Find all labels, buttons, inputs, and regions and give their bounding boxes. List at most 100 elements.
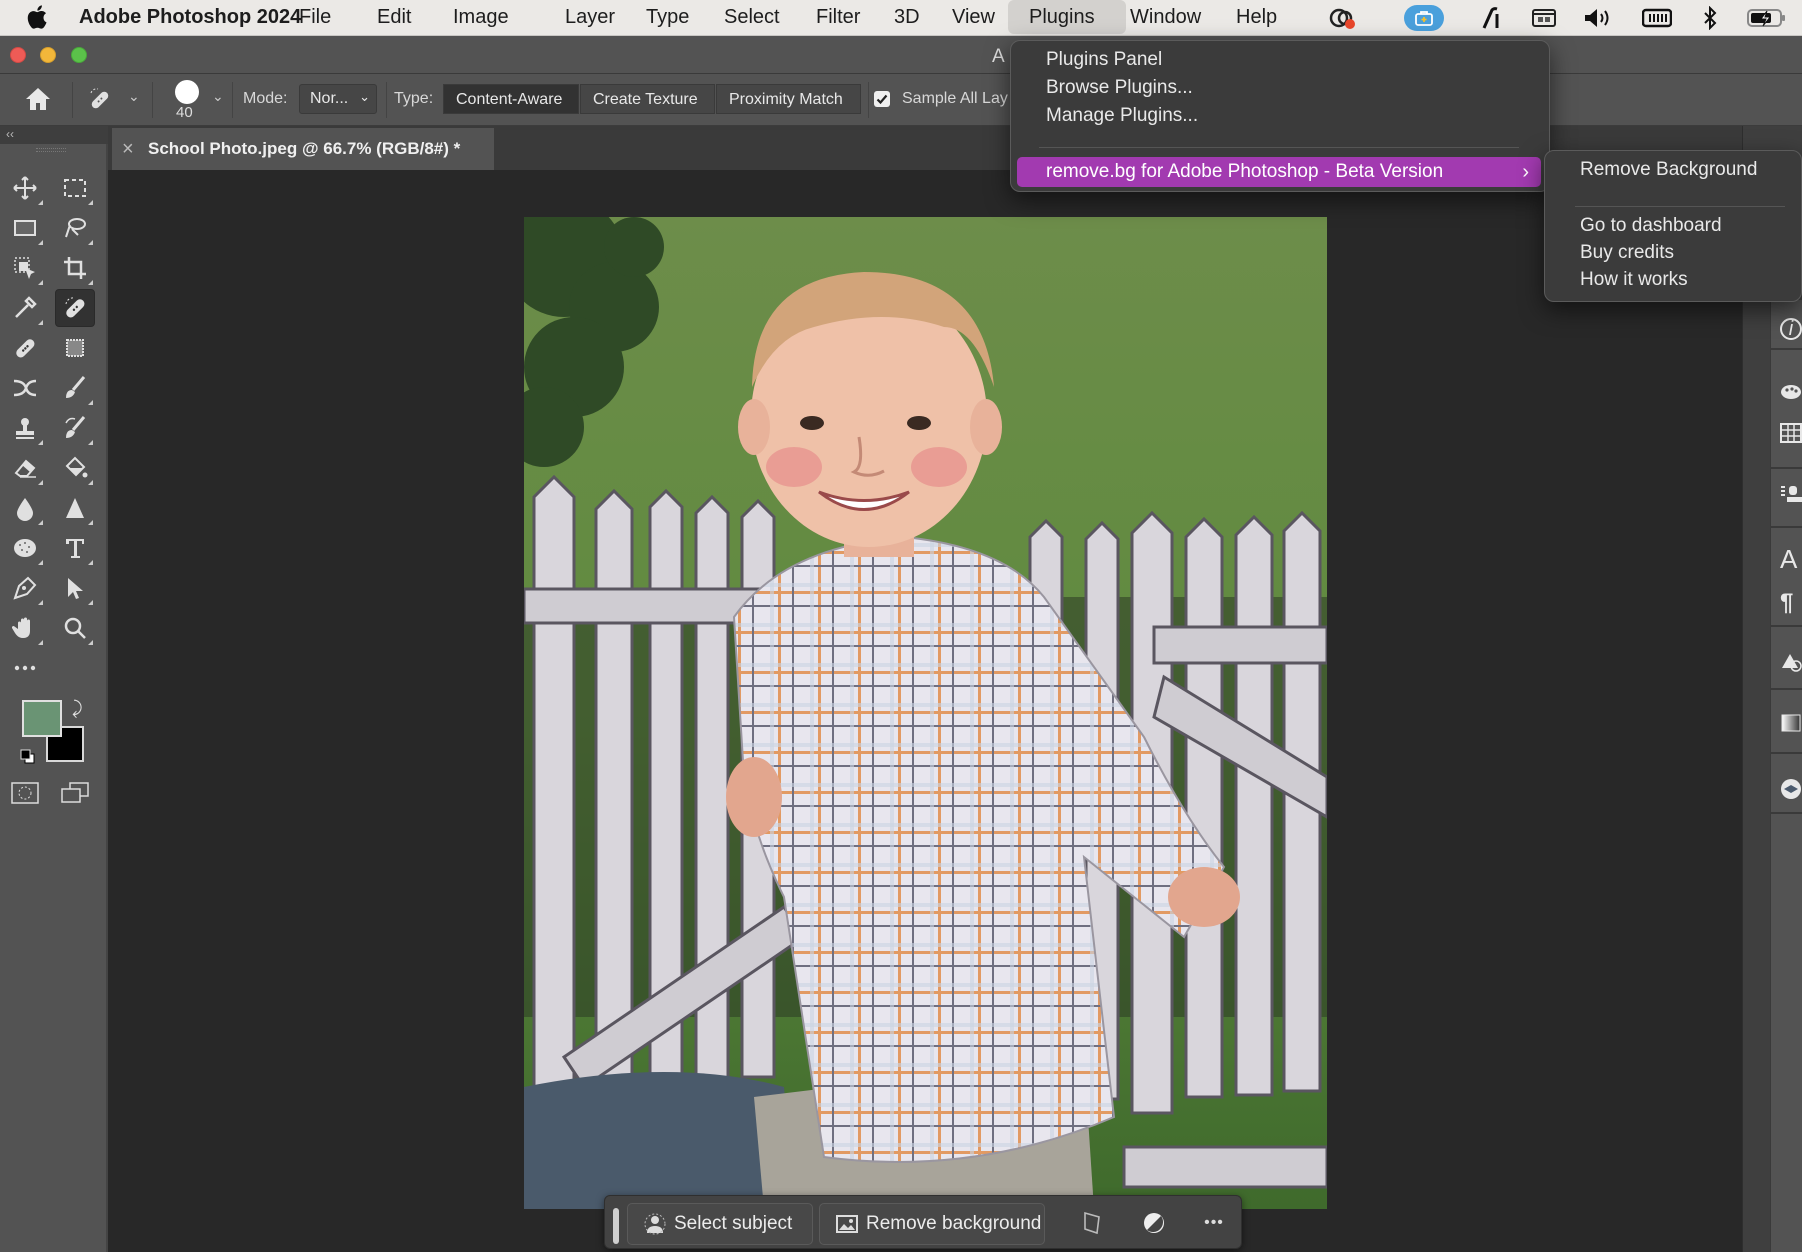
zoom-tool[interactable] [55, 609, 95, 647]
foreground-color-swatch-front[interactable] [22, 700, 62, 737]
menu-filter[interactable]: Filter [804, 0, 872, 34]
close-window-button[interactable] [10, 47, 26, 63]
menu-item-buy-credits[interactable]: Buy credits [1580, 240, 1674, 266]
menu-app-name[interactable]: Adobe Photoshop 2024 [67, 0, 313, 34]
volume-icon[interactable] [1582, 5, 1614, 31]
menu-layer[interactable]: Layer [553, 0, 627, 34]
menu-file[interactable]: File [287, 0, 343, 34]
creative-cloud-icon[interactable] [1326, 5, 1360, 31]
transform-selection-icon[interactable] [1079, 1210, 1105, 1236]
healing-brush-tool[interactable] [5, 329, 45, 367]
type-content-aware-button[interactable]: Content-Aware [443, 84, 579, 114]
menu-select[interactable]: Select [712, 0, 792, 34]
screen-capture-icon[interactable] [1530, 5, 1558, 31]
sample-all-layers-checkbox[interactable] [874, 91, 890, 107]
content-aware-move-icon [13, 379, 37, 397]
menu-edit[interactable]: Edit [365, 0, 423, 34]
toolbox-app-icon[interactable] [1404, 5, 1444, 31]
menu-image[interactable]: Image [441, 0, 521, 34]
layers-icon[interactable] [1780, 778, 1802, 800]
object-frame-tool[interactable] [5, 209, 45, 247]
menu-item-go-to-dashboard[interactable]: Go to dashboard [1580, 213, 1722, 239]
more-tools-tool[interactable] [5, 649, 45, 687]
menu-type[interactable]: Type [634, 0, 701, 34]
pen-app-icon[interactable] [1478, 5, 1506, 31]
sponge-tool[interactable] [5, 529, 45, 567]
menu-item-remove-background[interactable]: Remove Background [1580, 157, 1757, 183]
battery-charging-icon[interactable] [1746, 5, 1788, 31]
menu-item-plugins-panel[interactable]: Plugins Panel [1046, 47, 1162, 73]
apple-logo-icon[interactable] [26, 4, 48, 30]
menu-item-browse-plugins[interactable]: Browse Plugins... [1046, 75, 1193, 101]
close-tab-icon[interactable]: × [122, 128, 134, 170]
layer-comps-icon[interactable] [1780, 484, 1802, 506]
eraser-tool[interactable] [5, 449, 45, 487]
mode-select[interactable]: Nor... ⌄ [299, 84, 377, 114]
remove-background-button[interactable]: Remove background [819, 1203, 1045, 1245]
marquee-tool[interactable] [55, 169, 95, 207]
select-subject-button[interactable]: Select subject [627, 1203, 813, 1245]
brush-chevron-icon[interactable]: ⌄ [212, 88, 224, 105]
taskbar-drag-handle[interactable] [613, 1208, 619, 1244]
color-palette-icon[interactable] [1780, 380, 1802, 402]
swatches-grid-icon[interactable] [1780, 422, 1802, 444]
screen-mode-icon[interactable] [60, 782, 90, 804]
menu-help[interactable]: Help [1224, 0, 1289, 34]
gradient-icon[interactable] [1780, 712, 1802, 734]
menu-item-how-it-works[interactable]: How it works [1580, 267, 1688, 293]
patch-tool[interactable] [55, 329, 95, 367]
content-aware-move-tool[interactable] [5, 369, 45, 407]
spot-healing-preset-icon[interactable] [86, 86, 116, 114]
default-colors-icon[interactable] [20, 749, 35, 764]
move-tool[interactable] [5, 169, 45, 207]
adjustment-layer-icon[interactable] [1141, 1210, 1167, 1236]
type-create-texture-button[interactable]: Create Texture [580, 84, 715, 114]
home-icon[interactable] [24, 86, 54, 114]
type-tool[interactable] [55, 529, 95, 567]
quick-mask-icon[interactable] [11, 782, 39, 804]
crop-tool[interactable] [55, 249, 95, 287]
collapse-toolbar-button[interactable]: ‹‹ [0, 126, 108, 144]
type-proximity-match-button[interactable]: Proximity Match [716, 84, 861, 114]
preset-chevron-icon[interactable]: ⌄ [128, 88, 140, 105]
bluetooth-icon[interactable] [1700, 5, 1720, 31]
minimize-window-button[interactable] [40, 47, 56, 63]
swap-colors-icon[interactable]: ⤸ [72, 698, 83, 719]
brush-tool[interactable] [55, 369, 95, 407]
sharpen-tool[interactable] [55, 489, 95, 527]
paragraph-icon[interactable]: ¶ [1780, 591, 1802, 615]
panel-grip[interactable] [36, 148, 66, 152]
clone-stamp-tool[interactable] [5, 409, 45, 447]
hand-icon [12, 617, 30, 638]
shapes-icon[interactable] [1780, 650, 1802, 672]
select-subject-label: Select subject [674, 1213, 793, 1234]
eyedropper-tool[interactable] [5, 289, 45, 327]
object-selection-tool[interactable] [5, 249, 45, 287]
menu-window[interactable]: Window [1118, 0, 1213, 34]
more-options-icon[interactable]: ••• [1201, 1210, 1227, 1236]
brush-tip-preview[interactable] [175, 80, 199, 104]
lasso-tool[interactable] [55, 209, 95, 247]
menu-view[interactable]: View [940, 0, 1007, 34]
keyboard-icon[interactable] [1640, 5, 1674, 31]
pen-tool[interactable] [5, 569, 45, 607]
document-tab[interactable]: × School Photo.jpeg @ 66.7% (RGB/8#) * [112, 128, 494, 170]
paint-bucket-tool[interactable] [55, 449, 95, 487]
maximize-window-button[interactable] [71, 47, 87, 63]
hand-tool[interactable] [5, 609, 45, 647]
tool-group-indicator [88, 280, 93, 285]
school-photo-image[interactable] [524, 217, 1327, 1209]
crop-icon [64, 257, 86, 279]
path-selection-tool[interactable] [55, 569, 95, 607]
character-icon[interactable]: A [1780, 546, 1802, 572]
info-icon[interactable]: i [1780, 318, 1802, 340]
tool-group-indicator [88, 200, 93, 205]
menu-3d[interactable]: 3D [882, 0, 932, 34]
history-brush-tool[interactable] [55, 409, 95, 447]
object-selection-icon [14, 257, 35, 279]
menu-plugins[interactable]: Plugins [1008, 0, 1126, 34]
menu-item-manage-plugins[interactable]: Manage Plugins... [1046, 103, 1198, 129]
menu-item-removebg-plugin[interactable]: remove.bg for Adobe Photoshop - Beta Ver… [1017, 157, 1541, 187]
blur-tool[interactable] [5, 489, 45, 527]
spot-healing-brush-tool[interactable] [55, 289, 95, 327]
